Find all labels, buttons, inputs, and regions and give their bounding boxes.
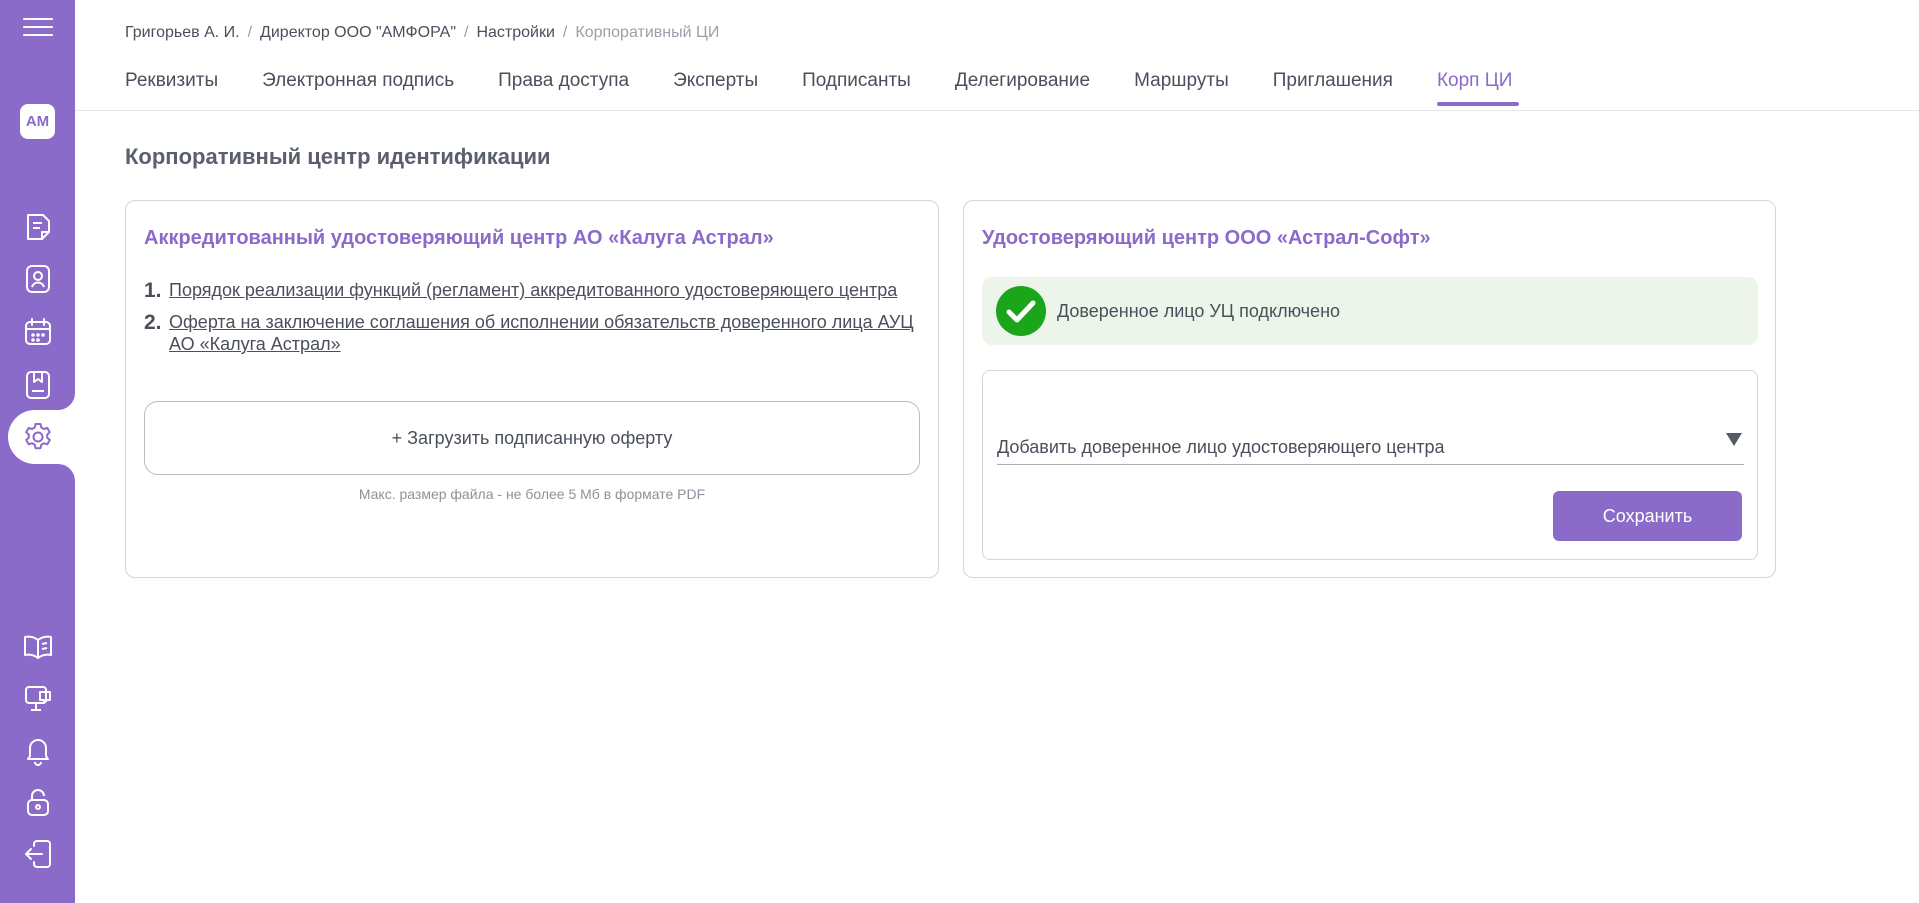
bookmark-book-icon bbox=[25, 371, 50, 399]
sidebar-item-contacts[interactable] bbox=[0, 253, 75, 305]
tab-delegation[interactable]: Делегирование bbox=[955, 70, 1090, 106]
caret-down-icon[interactable] bbox=[1726, 433, 1742, 446]
tab-experts[interactable]: Эксперты bbox=[673, 70, 758, 106]
tab-signers[interactable]: Подписанты bbox=[802, 70, 911, 106]
list-number: 2. bbox=[144, 311, 162, 334]
lock-icon bbox=[26, 789, 49, 816]
tab-invitations[interactable]: Приглашения bbox=[1273, 70, 1393, 106]
tab-requisites[interactable]: Реквизиты bbox=[125, 70, 218, 106]
sidebar-item-logout[interactable] bbox=[0, 828, 75, 880]
page-title: Корпоративный центр идентификации bbox=[125, 144, 551, 169]
settings-tabs: Реквизиты Электронная подпись Права дост… bbox=[125, 70, 1556, 106]
document-icon bbox=[26, 214, 50, 240]
hamburger-menu-icon[interactable] bbox=[0, 0, 75, 52]
monitor-chat-icon bbox=[24, 686, 51, 711]
tabs-divider bbox=[75, 110, 1919, 111]
breadcrumb: Григорьев А. И. / Директор ООО "АМФОРА" / На… bbox=[125, 24, 719, 42]
sidebar-active-notch-bottom bbox=[58, 464, 75, 489]
sidebar-item-notifications[interactable] bbox=[0, 724, 75, 776]
tab-routes[interactable]: Маршруты bbox=[1134, 70, 1229, 106]
sidebar-active-notch-top bbox=[58, 385, 75, 410]
sidebar: AM bbox=[0, 0, 83, 903]
trusted-person-form: Добавить доверенное лицо удостоверяющего… bbox=[982, 370, 1758, 560]
sidebar-item-knowledge-base[interactable] bbox=[0, 620, 75, 672]
accredited-ca-card: Аккредитованный удостоверяющий центр АО … bbox=[125, 200, 939, 578]
tab-access-rights[interactable]: Права доступа bbox=[498, 70, 629, 106]
upload-hint: Макс. размер файла - не более 5 Мб в фор… bbox=[358, 486, 706, 502]
status-text: Доверенное лицо УЦ подключено bbox=[1057, 300, 1341, 321]
breadcrumb-current: Корпоративный ЦИ bbox=[575, 24, 720, 41]
status-banner: Доверенное лицо УЦ подключено bbox=[982, 277, 1758, 345]
avatar[interactable]: AM bbox=[20, 104, 55, 139]
tab-corp-ci[interactable]: Корп ЦИ bbox=[1436, 70, 1520, 106]
breadcrumb-separator: / bbox=[464, 24, 469, 41]
logout-icon bbox=[24, 840, 51, 868]
sidebar-item-settings[interactable] bbox=[8, 411, 68, 463]
breadcrumb-item[interactable]: Настройки bbox=[476, 24, 554, 41]
bell-icon bbox=[26, 739, 49, 766]
list-item: 1. Порядок реализации функций (регламент… bbox=[144, 279, 924, 303]
open-book-icon bbox=[23, 635, 52, 659]
trusted-person-select[interactable]: Добавить доверенное лицо удостоверяющего… bbox=[997, 413, 1744, 465]
gear-icon bbox=[25, 423, 51, 450]
select-value: Добавить доверенное лицо удостоверяющего… bbox=[997, 437, 1445, 457]
card-title: Аккредитованный удостоверяющий центр АО … bbox=[144, 227, 774, 249]
sidebar-item-calendar[interactable] bbox=[0, 306, 75, 358]
check-circle-icon bbox=[996, 286, 1046, 336]
breadcrumb-item[interactable]: Директор ООО "АМФОРА" bbox=[260, 24, 456, 41]
upload-signed-offer-button[interactable]: + Загрузить подписанную оферту bbox=[144, 401, 920, 475]
breadcrumb-separator: / bbox=[247, 24, 253, 41]
list-item: 2. Оферта на заключение соглашения об ис… bbox=[144, 311, 924, 355]
contact-card-icon bbox=[25, 265, 50, 293]
document-list: 1. Порядок реализации функций (регламент… bbox=[144, 279, 924, 363]
list-number: 1. bbox=[144, 279, 162, 302]
regulation-document-link[interactable]: Порядок реализации функций (регламент) а… bbox=[169, 279, 897, 303]
sidebar-item-lock[interactable] bbox=[0, 776, 75, 828]
breadcrumb-separator: / bbox=[562, 24, 568, 41]
astral-soft-ca-card: Удостоверяющий центр ООО «Астрал-Софт» Д… bbox=[963, 200, 1776, 578]
sidebar-item-documents[interactable] bbox=[0, 201, 75, 253]
card-title: Удостоверяющий центр ООО «Астрал-Софт» bbox=[982, 227, 1431, 249]
sidebar-item-support[interactable] bbox=[0, 672, 75, 724]
breadcrumb-item[interactable]: Григорьев А. И. bbox=[125, 24, 240, 41]
save-button[interactable]: Сохранить bbox=[1553, 491, 1742, 541]
offer-document-link[interactable]: Оферта на заключение соглашения об испол… bbox=[169, 311, 924, 355]
calendar-icon bbox=[24, 318, 51, 345]
tab-electronic-signature[interactable]: Электронная подпись bbox=[262, 70, 454, 106]
